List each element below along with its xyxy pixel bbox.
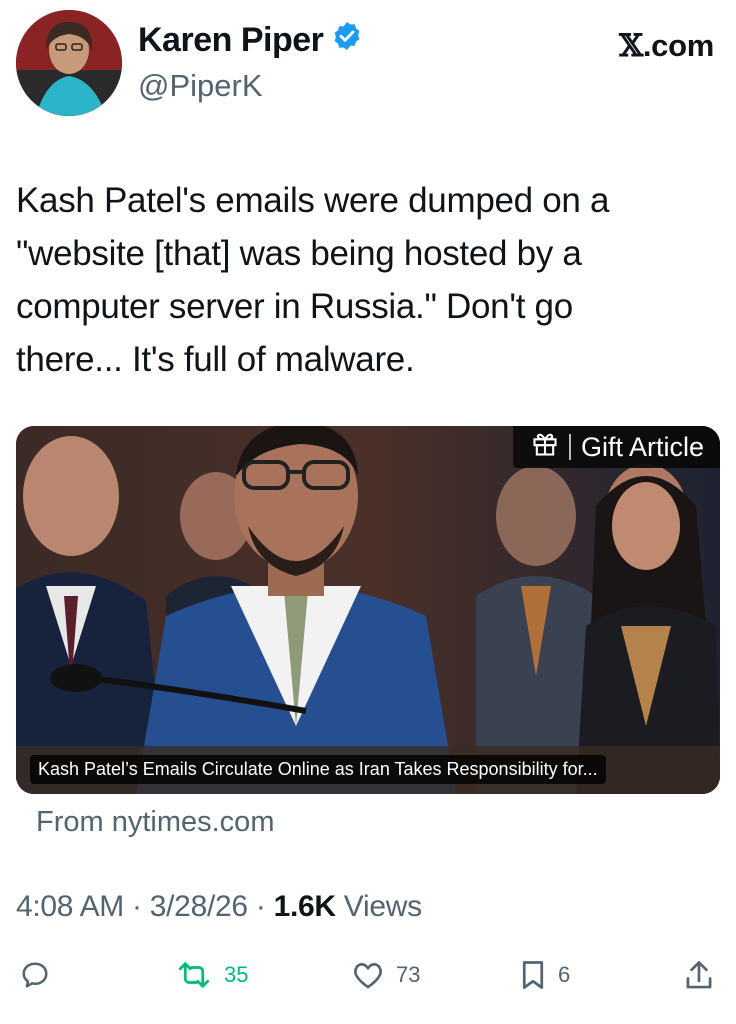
- tweet-header: Karen Piper @PiperK 𝕏.com: [16, 10, 720, 120]
- bookmark-count: 6: [558, 962, 571, 987]
- site-domain: .com: [642, 28, 714, 63]
- verified-badge-icon: [331, 20, 363, 61]
- tweet-meta: 4:08 AM · 3/28/26 · 1.6K Views: [16, 890, 422, 924]
- site-label: 𝕏.com: [619, 28, 714, 64]
- retweet-button[interactable]: 35: [176, 960, 248, 990]
- article-headline[interactable]: Kash Patel’s Emails Circulate Online as …: [30, 755, 606, 784]
- reply-button[interactable]: [20, 960, 62, 990]
- x-logo-icon: 𝕏: [619, 28, 643, 64]
- share-button[interactable]: [684, 960, 714, 992]
- bookmark-icon: [520, 960, 546, 990]
- avatar[interactable]: [16, 10, 122, 116]
- tweet-text: Kash Patel's emails were dumped on a "we…: [16, 181, 610, 379]
- article-card[interactable]: Gift Article Kash Patel’s Emails Circula…: [16, 426, 720, 794]
- tweet-date[interactable]: 3/28/26: [150, 890, 248, 923]
- bookmark-button[interactable]: 6: [520, 960, 570, 990]
- share-icon: [684, 960, 714, 992]
- author-handle[interactable]: @PiperK: [138, 68, 263, 104]
- article-photo: [16, 426, 720, 794]
- author-name-row[interactable]: Karen Piper: [138, 20, 363, 61]
- article-source[interactable]: From nytimes.com: [36, 806, 274, 839]
- views-count: 1.6K: [273, 890, 336, 923]
- views-label: Views: [343, 890, 422, 923]
- gift-separator: [568, 434, 571, 460]
- author-name[interactable]: Karen Piper: [138, 21, 324, 60]
- retweet-count: 35: [224, 962, 249, 987]
- gift-article-button[interactable]: Gift Article: [512, 426, 720, 468]
- gift-icon: [531, 430, 559, 465]
- retweet-icon: [176, 960, 212, 990]
- action-bar: 35 73 6: [0, 960, 736, 1004]
- like-button[interactable]: 73: [352, 960, 420, 990]
- heart-icon: [352, 960, 384, 990]
- tweet-time[interactable]: 4:08 AM: [16, 890, 124, 923]
- meta-separator: ·: [132, 890, 142, 923]
- like-count: 73: [396, 962, 421, 987]
- gift-label: Gift Article: [580, 431, 704, 462]
- meta-separator: ·: [255, 890, 266, 923]
- reply-icon: [20, 960, 50, 990]
